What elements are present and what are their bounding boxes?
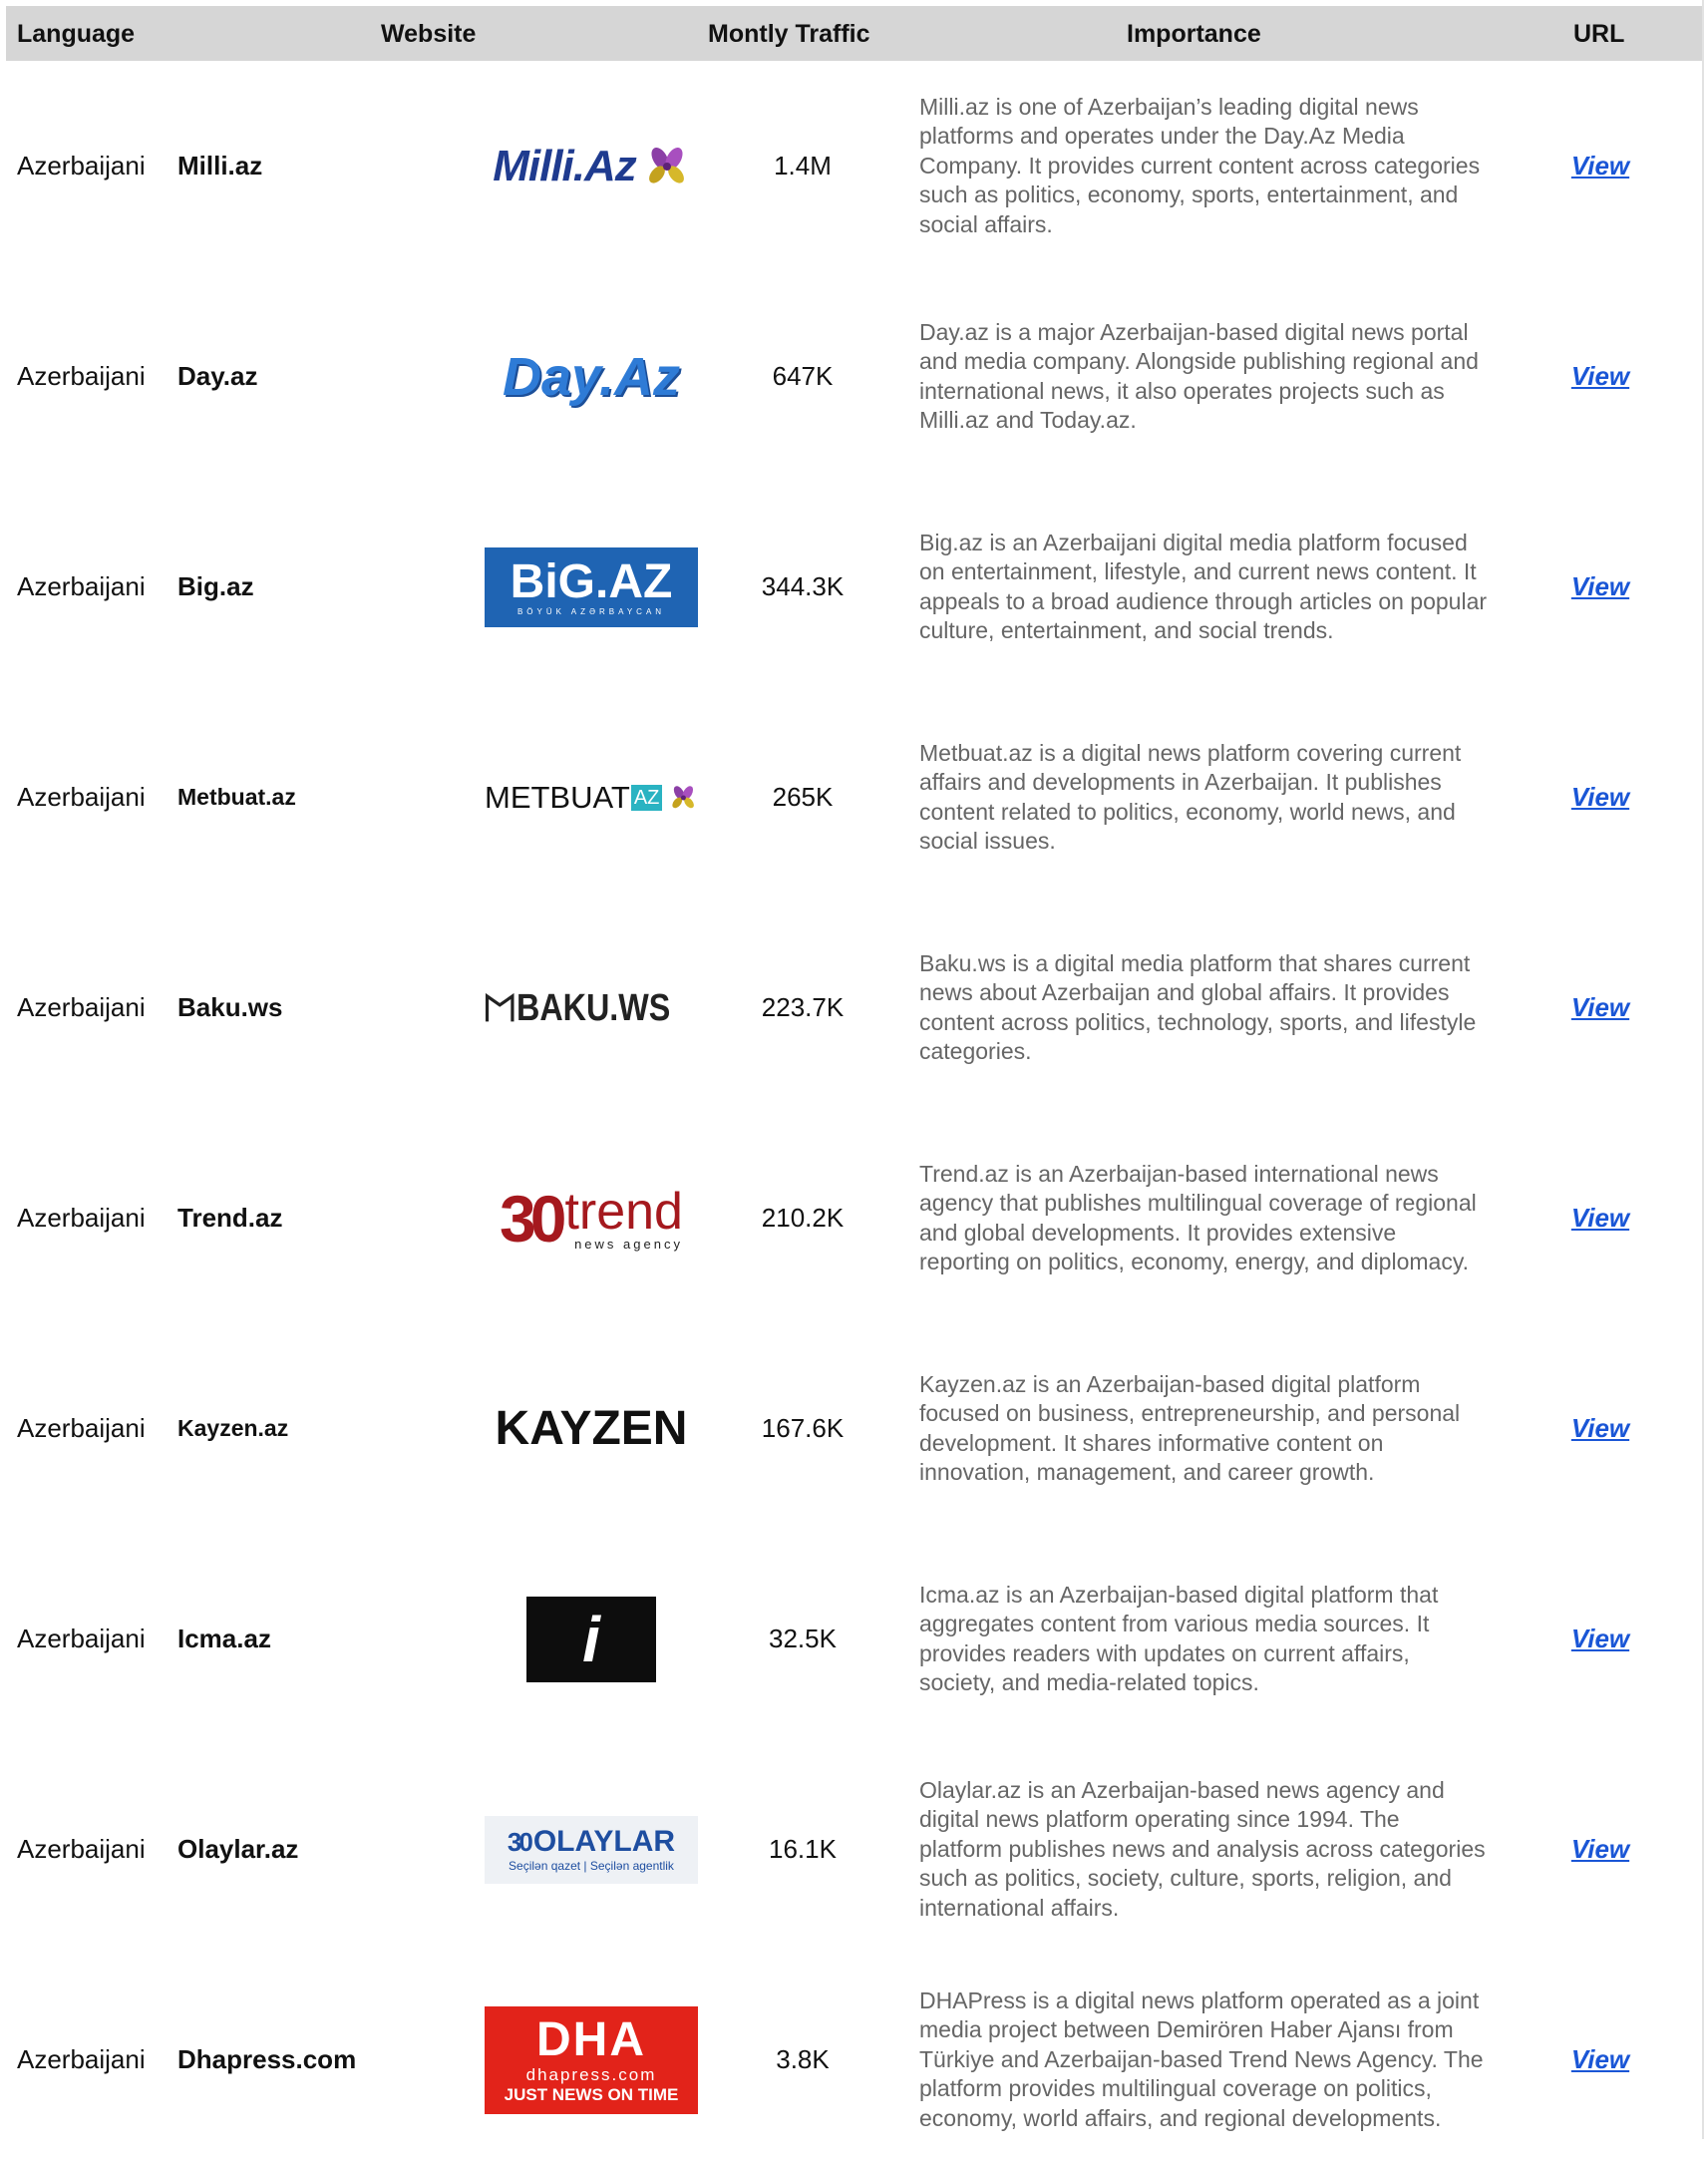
importance-text: Olaylar.az is an Azerbaijan-based news a… bbox=[919, 1776, 1486, 1921]
importance-text: Milli.az is one of Azerbaijan’s leading … bbox=[919, 93, 1481, 237]
traffic-value: 647K bbox=[772, 361, 834, 391]
importance-text: Icma.az is an Azerbaijan-based digital p… bbox=[919, 1581, 1439, 1696]
website-name: Kayzen.az bbox=[177, 1415, 289, 1441]
kayzen-logo: KAYZEN bbox=[495, 1401, 688, 1455]
importance-text: Trend.az is an Azerbaijan-based internat… bbox=[919, 1160, 1477, 1275]
language-cell: Azerbaijani bbox=[17, 1624, 146, 1653]
column-header-url: URL bbox=[1573, 20, 1625, 48]
view-link[interactable]: View bbox=[1565, 1744, 1635, 1955]
view-link[interactable]: View bbox=[1565, 1113, 1635, 1323]
flower-icon bbox=[648, 147, 684, 183]
table-row: Azerbaijani Kayzen.az KAYZEN 167.6K Kayz… bbox=[0, 1323, 1700, 1534]
traffic-value: 265K bbox=[772, 782, 834, 812]
language-cell: Azerbaijani bbox=[17, 992, 146, 1022]
column-header-website: Website bbox=[381, 20, 477, 48]
table-row: Azerbaijani Day.az Day.Az 647K Day.az is… bbox=[0, 271, 1700, 482]
website-name: Dhapress.com bbox=[177, 2044, 357, 2074]
day-az-logo: Day.Az bbox=[502, 346, 681, 407]
website-name: Baku.ws bbox=[177, 992, 283, 1022]
view-link[interactable]: View bbox=[1565, 692, 1635, 902]
column-header-traffic: Montly Traffic bbox=[708, 20, 870, 48]
right-edge-divider bbox=[1702, 0, 1704, 2139]
language-cell: Azerbaijani bbox=[17, 571, 146, 601]
view-link[interactable]: View bbox=[1565, 902, 1635, 1113]
traffic-value: 344.3K bbox=[761, 571, 845, 601]
traffic-value: 16.1K bbox=[769, 1834, 837, 1864]
language-cell: Azerbaijani bbox=[17, 782, 146, 812]
table-row: Azerbaijani Dhapress.com DHA dhapress.co… bbox=[0, 1955, 1700, 2165]
traffic-value: 32.5K bbox=[769, 1624, 837, 1653]
view-link[interactable]: View bbox=[1565, 1323, 1635, 1534]
milli-az-logo: Milli.Az bbox=[485, 61, 698, 271]
table-row: Azerbaijani Baku.ws BAKU.WS 223.7K Baku.… bbox=[0, 902, 1700, 1113]
table-row: Azerbaijani Big.az BiG.AZ BÖYÜK AZƏRBAYC… bbox=[0, 482, 1700, 692]
flower-icon bbox=[672, 785, 695, 808]
importance-text: Big.az is an Azerbaijani digital media p… bbox=[919, 529, 1488, 644]
website-name: Trend.az bbox=[177, 1203, 283, 1233]
column-header-language: Language bbox=[17, 20, 136, 48]
importance-text: Baku.ws is a digital media platform that… bbox=[919, 949, 1477, 1065]
importance-text: Metbuat.az is a digital news platform co… bbox=[919, 739, 1462, 855]
view-link[interactable]: View bbox=[1565, 1955, 1635, 2165]
table-row: Azerbaijani Icma.az i 32.5K Icma.az is a… bbox=[0, 1534, 1700, 1744]
language-cell: Azerbaijani bbox=[17, 1413, 146, 1443]
view-link[interactable]: View bbox=[1565, 1534, 1635, 1744]
table-row: Azerbaijani Milli.az Milli.Az 1.4M Milli… bbox=[0, 61, 1700, 271]
dha-logo: DHA dhapress.com JUST NEWS ON TIME bbox=[485, 1955, 698, 2165]
big-az-logo: BiG.AZ BÖYÜK AZƏRBAYCAN bbox=[485, 482, 698, 692]
view-link[interactable]: View bbox=[1565, 271, 1635, 482]
table-row: Azerbaijani Trend.az 30 trend news agenc… bbox=[0, 1113, 1700, 1323]
website-name: Big.az bbox=[177, 571, 254, 601]
icma-az-logo: i bbox=[485, 1534, 698, 1744]
importance-text: Kayzen.az is an Azerbaijan-based digital… bbox=[919, 1370, 1461, 1486]
website-name: Day.az bbox=[177, 361, 258, 391]
website-name: Olaylar.az bbox=[177, 1834, 299, 1864]
baku-ws-logo: BAKU.WS bbox=[485, 902, 698, 1113]
website-name: Icma.az bbox=[177, 1624, 271, 1653]
trend-az-logo: 30 trend news agency bbox=[500, 1181, 683, 1256]
website-name: Milli.az bbox=[177, 151, 263, 180]
view-link[interactable]: View bbox=[1565, 482, 1635, 692]
language-cell: Azerbaijani bbox=[17, 1834, 146, 1864]
table-row: Azerbaijani Olaylar.az 30 OLAYLAR Seçilə… bbox=[0, 1744, 1700, 1955]
importance-text: DHAPress is a digital news platform oper… bbox=[919, 1986, 1484, 2131]
importance-text: Day.az is a major Azerbaijan-based digit… bbox=[919, 318, 1479, 434]
traffic-value: 1.4M bbox=[774, 151, 832, 180]
language-cell: Azerbaijani bbox=[17, 2044, 146, 2074]
table-header: Language Website Montly Traffic Importan… bbox=[6, 6, 1702, 61]
column-header-importance: Importance bbox=[1127, 20, 1261, 48]
page: Language Website Montly Traffic Importan… bbox=[0, 0, 1708, 2139]
language-cell: Azerbaijani bbox=[17, 361, 146, 391]
table-row: Azerbaijani Metbuat.az METBUAT AZ 265K M… bbox=[0, 692, 1700, 902]
metbuat-az-logo: METBUAT AZ bbox=[485, 692, 698, 902]
traffic-value: 167.6K bbox=[761, 1413, 845, 1443]
traffic-value: 3.8K bbox=[776, 2044, 830, 2074]
baku-ws-mark-icon bbox=[485, 992, 514, 1021]
language-cell: Azerbaijani bbox=[17, 151, 146, 180]
website-name: Metbuat.az bbox=[177, 784, 296, 810]
traffic-value: 223.7K bbox=[761, 992, 845, 1022]
traffic-value: 210.2K bbox=[761, 1203, 845, 1233]
view-link[interactable]: View bbox=[1565, 61, 1635, 271]
language-cell: Azerbaijani bbox=[17, 1203, 146, 1233]
olaylar-az-logo: 30 OLAYLAR Seçilən qazet | Seçilən agent… bbox=[485, 1744, 698, 1955]
